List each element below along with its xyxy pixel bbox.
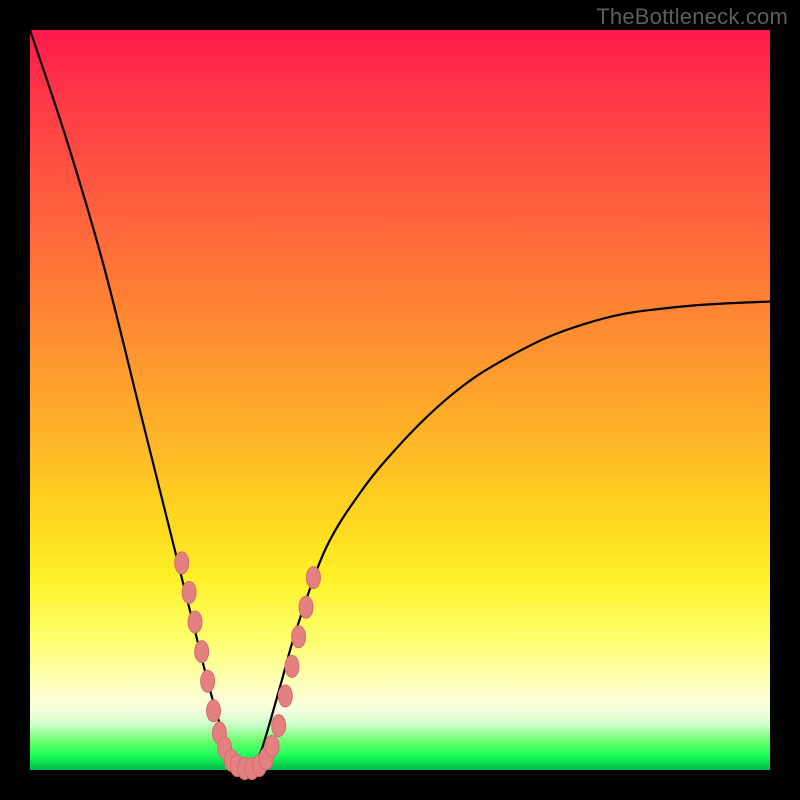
curve-marker <box>306 567 320 589</box>
curve-marker <box>278 685 292 707</box>
watermark-text: TheBottleneck.com <box>596 4 788 30</box>
curve-marker <box>272 715 286 737</box>
curve-marker <box>195 641 209 663</box>
curve-marker <box>292 626 306 648</box>
curve-layer <box>30 30 770 770</box>
curve-marker <box>175 552 189 574</box>
curve-marker <box>182 581 196 603</box>
chart-frame: TheBottleneck.com <box>0 0 800 800</box>
curve-marker <box>188 611 202 633</box>
curve-marker <box>201 670 215 692</box>
bottleneck-curve <box>30 30 770 770</box>
plot-area <box>30 30 770 770</box>
curve-marker <box>265 735 279 757</box>
curve-marker <box>299 596 313 618</box>
curve-marker <box>285 655 299 677</box>
marker-group <box>175 552 321 780</box>
curve-marker <box>207 700 221 722</box>
